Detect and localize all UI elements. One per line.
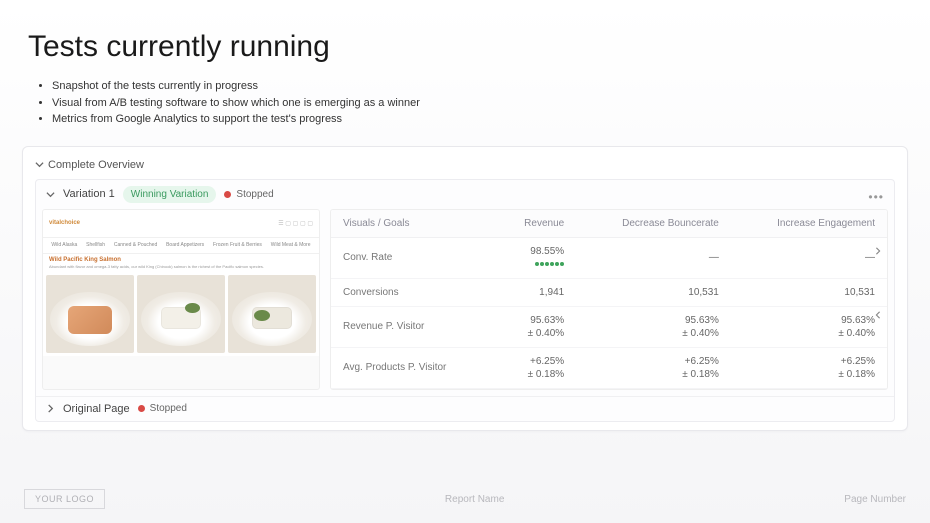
preview-banner: Wild Pacific King Salmon Abundant with f…	[43, 254, 319, 272]
original-page-header[interactable]: Original Page Stopped	[36, 396, 894, 421]
chevron-down-icon	[35, 160, 44, 169]
row-label: Conversions	[331, 278, 494, 306]
cell: 10,531	[731, 278, 887, 306]
cell: 95.63% ± 0.40%	[576, 306, 731, 347]
table-row: Conv. Rate 98.55% — —	[331, 237, 887, 278]
chevron-right-icon	[46, 404, 55, 413]
cell: 95.63% ± 0.40%	[731, 306, 887, 347]
more-icon[interactable]: •••	[868, 190, 884, 204]
preview-images	[43, 272, 319, 356]
page-footer: YOUR LOGO Report Name Page Number	[0, 489, 930, 509]
row-label: Revenue P. Visitor	[331, 306, 494, 347]
scroll-left-icon[interactable]	[873, 306, 883, 324]
status-dot-icon	[224, 191, 231, 198]
chevron-down-icon	[46, 190, 55, 199]
bullet-item: Metrics from Google Analytics to support…	[52, 111, 930, 128]
table-row: Revenue P. Visitor 95.63% ± 0.40% 95.63%…	[331, 306, 887, 347]
complete-overview-toggle[interactable]: Complete Overview	[35, 157, 895, 179]
variation-status: Stopped	[224, 189, 273, 200]
bullet-item: Visual from A/B testing software to show…	[52, 95, 930, 112]
preview-header: vitalchoice ☰ ▢ ▢ ▢ ▢	[43, 210, 319, 238]
table-header-row: Visuals / Goals Revenue Decrease Bouncer…	[331, 210, 887, 238]
cell: +6.25% ± 0.18%	[494, 347, 576, 388]
row-label: Conv. Rate	[331, 237, 494, 278]
variation-preview: vitalchoice ☰ ▢ ▢ ▢ ▢ Wild AlaskaShellfi…	[42, 209, 320, 390]
variation-name: Variation 1	[63, 188, 115, 200]
cell: 10,531	[576, 278, 731, 306]
cell: —	[576, 237, 731, 278]
overview-label: Complete Overview	[48, 159, 144, 171]
col-header: Revenue	[494, 210, 576, 238]
metrics-table: Visuals / Goals Revenue Decrease Bouncer…	[331, 210, 887, 389]
col-header: Visuals / Goals	[331, 210, 494, 238]
cell: 98.55%	[494, 237, 576, 278]
original-status: Stopped	[138, 403, 187, 414]
col-header: Increase Engagement	[731, 210, 887, 238]
metrics-table-wrap: Visuals / Goals Revenue Decrease Bouncer…	[330, 209, 888, 390]
footer-page-number: Page Number	[844, 494, 906, 505]
footer-report-name: Report Name	[445, 494, 504, 505]
overview-panel: Complete Overview Variation 1 Winning Va…	[22, 146, 908, 431]
preview-nav: Wild AlaskaShellfishCanned & PouchedBoar…	[43, 238, 319, 254]
cell: —	[731, 237, 887, 278]
row-label: Avg. Products P. Visitor	[331, 347, 494, 388]
cell: +6.25% ± 0.18%	[731, 347, 887, 388]
page-title: Tests currently running	[0, 0, 930, 64]
description-bullets: Snapshot of the tests currently in progr…	[0, 64, 930, 128]
variation-card: Variation 1 Winning Variation Stopped ••…	[35, 179, 895, 422]
status-dot-icon	[138, 405, 145, 412]
cell: +6.25% ± 0.18%	[576, 347, 731, 388]
variation-header[interactable]: Variation 1 Winning Variation Stopped ••…	[36, 180, 894, 209]
col-header: Decrease Bouncerate	[576, 210, 731, 238]
bullet-item: Snapshot of the tests currently in progr…	[52, 78, 930, 95]
confidence-dots-icon	[535, 262, 564, 266]
winning-badge: Winning Variation	[123, 186, 217, 203]
scroll-right-icon[interactable]	[873, 242, 883, 260]
cell: 1,941	[494, 278, 576, 306]
table-row: Conversions 1,941 10,531 10,531	[331, 278, 887, 306]
logo-placeholder: YOUR LOGO	[24, 489, 105, 509]
cell: 95.63% ± 0.40%	[494, 306, 576, 347]
original-name: Original Page	[63, 403, 130, 415]
table-row: Avg. Products P. Visitor +6.25% ± 0.18% …	[331, 347, 887, 388]
